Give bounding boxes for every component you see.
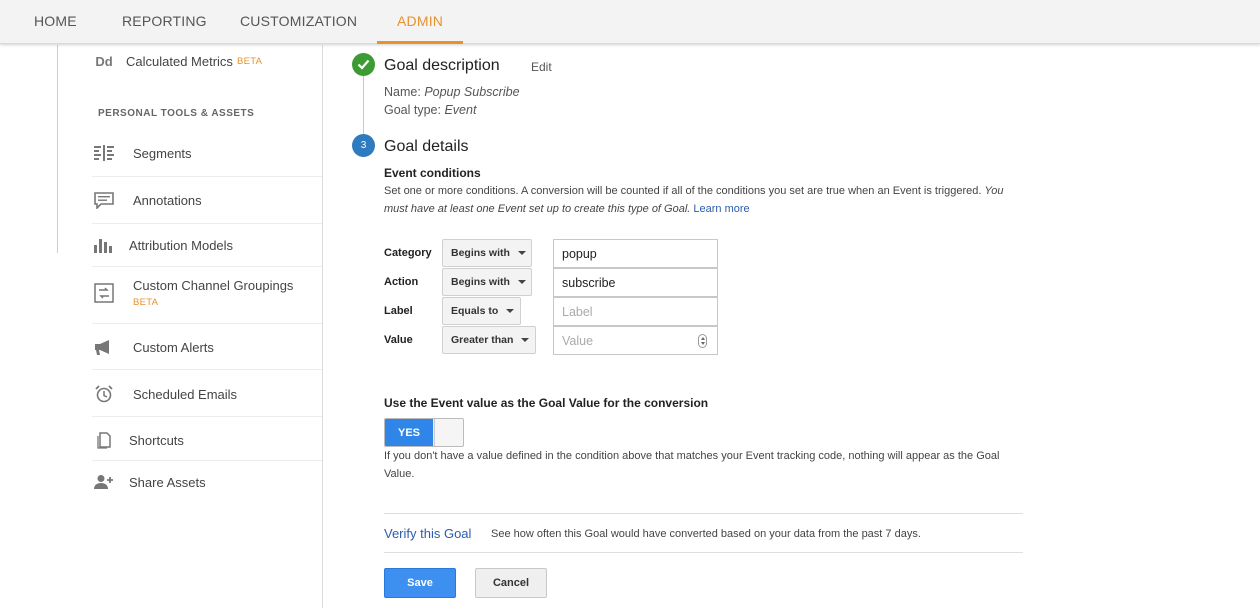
save-button[interactable]: Save	[384, 568, 456, 598]
beta-badge: BETA	[133, 297, 159, 308]
goal-name-line: Name: Popup Subscribe	[384, 85, 520, 99]
label-operator-dropdown[interactable]: Equals to	[442, 297, 521, 325]
condition-label-value: Value	[384, 334, 413, 346]
tab-home[interactable]: HOME	[34, 0, 77, 44]
category-value-input[interactable]: popup	[553, 239, 718, 268]
dropdown-value: Greater than	[451, 334, 514, 346]
sidebar-item-label: Segments	[133, 145, 192, 161]
divider	[92, 416, 322, 417]
goal-details-title: Goal details	[384, 138, 469, 155]
goal-name-prefix: Name:	[384, 85, 421, 99]
divider	[92, 223, 322, 224]
use-event-value-toggle[interactable]: YES	[384, 418, 464, 447]
event-conditions-description: Set one or more conditions. A conversion…	[384, 182, 1024, 218]
divider	[92, 323, 322, 324]
step-complete-check-icon	[352, 53, 375, 76]
cancel-button[interactable]: Cancel	[475, 568, 547, 598]
dropdown-value: Equals to	[451, 305, 499, 317]
chevron-down-icon	[517, 280, 526, 284]
sidebar-item-label: Attribution Models	[129, 237, 234, 253]
goal-description-title: Goal description	[384, 57, 500, 74]
sidebar-item-label: Custom Alerts	[133, 339, 214, 355]
channel-groupings-icon	[92, 283, 116, 303]
event-conditions-heading: Event conditions	[384, 166, 481, 180]
segments-icon	[92, 143, 116, 163]
sidebar-item-attribution-models[interactable]: Attribution Models	[92, 235, 322, 255]
learn-more-link[interactable]: Learn more	[693, 203, 749, 215]
value-operator-dropdown[interactable]: Greater than	[442, 326, 536, 354]
sidebar-tree-line	[57, 45, 58, 253]
bar-chart-icon	[92, 235, 116, 255]
sidebar-item-label: Custom Channel Groupings	[133, 278, 294, 293]
toggle-knob	[434, 419, 463, 446]
tab-reporting[interactable]: REPORTING	[122, 0, 207, 44]
sidebar-item-annotations[interactable]: Annotations	[92, 190, 322, 210]
divider	[384, 513, 1023, 514]
goal-type-value: Event	[444, 103, 477, 117]
divider	[92, 266, 322, 267]
sidebar-item-label: Scheduled Emails	[133, 386, 238, 402]
condition-label-label: Label	[384, 305, 413, 317]
sidebar-item-calculated-metrics[interactable]: Dd Calculated Metrics BETA	[92, 51, 322, 71]
alarm-clock-icon	[92, 384, 116, 404]
sidebar-item-label: Share Assets	[129, 474, 206, 490]
sidebar-item-shortcuts[interactable]: Shortcuts	[92, 430, 322, 450]
divider	[92, 176, 322, 177]
sidebar: Dd Calculated Metrics BETA PERSONAL TOOL…	[0, 45, 323, 608]
section-heading-personal-tools: PERSONAL TOOLS & ASSETS	[98, 108, 255, 119]
description-italic-text: You	[984, 185, 1004, 197]
sidebar-item-custom-alerts[interactable]: Custom Alerts	[92, 337, 322, 357]
verify-goal-description: See how often this Goal would have conve…	[491, 528, 921, 540]
note-line: Value.	[384, 468, 415, 480]
chevron-down-icon	[506, 309, 515, 313]
sidebar-item-label: Shortcuts	[129, 432, 184, 448]
toggle-on-label: YES	[385, 419, 433, 446]
value-number-input[interactable]: Value	[553, 326, 718, 355]
tab-admin[interactable]: ADMIN	[376, 0, 464, 44]
dropdown-value: Begins with	[451, 276, 510, 288]
calculated-metrics-icon: Dd	[95, 53, 113, 69]
tab-customization[interactable]: CUSTOMIZATION	[240, 0, 357, 44]
number-spinner-icon[interactable]	[698, 334, 707, 348]
goal-type-prefix: Goal type:	[384, 103, 441, 117]
note-line: If you don't have a value defined in the…	[384, 450, 1000, 462]
goal-setup-panel: Goal description Edit Name: Popup Subscr…	[324, 45, 1260, 608]
edit-goal-description-link[interactable]: Edit	[531, 60, 552, 74]
goal-name-value: Popup Subscribe	[424, 85, 520, 99]
use-event-value-heading: Use the Event value as the Goal Value fo…	[384, 396, 709, 410]
chevron-down-icon	[521, 338, 530, 342]
action-value-input[interactable]: subscribe	[553, 268, 718, 297]
step-connector-line	[363, 75, 364, 135]
dropdown-value: Begins with	[451, 247, 510, 259]
megaphone-icon	[92, 337, 116, 357]
add-user-icon	[92, 472, 116, 492]
description-italic-text: must have at least one Event set up to c…	[384, 203, 691, 215]
verify-goal-link[interactable]: Verify this Goal	[384, 526, 471, 541]
sidebar-item-label: Annotations	[133, 192, 202, 208]
divider	[92, 460, 322, 461]
sidebar-item-custom-channel-groupings[interactable]: Custom Channel Groupings BETA	[92, 278, 322, 308]
document-icon	[92, 430, 116, 450]
sidebar-item-text: Custom Channel Groupings BETA	[133, 278, 293, 308]
input-placeholder: Value	[562, 333, 594, 348]
action-operator-dropdown[interactable]: Begins with	[442, 268, 532, 296]
sidebar-item-segments[interactable]: Segments	[92, 143, 322, 163]
step-number-badge: 3	[352, 134, 375, 157]
category-operator-dropdown[interactable]: Begins with	[442, 239, 532, 267]
goal-type-line: Goal type: Event	[384, 103, 476, 117]
chevron-down-icon	[517, 251, 526, 255]
sidebar-item-scheduled-emails[interactable]: Scheduled Emails	[92, 384, 322, 404]
divider	[92, 369, 322, 370]
condition-label-action: Action	[384, 276, 419, 288]
sidebar-item-share-assets[interactable]: Share Assets	[92, 472, 322, 492]
sidebar-item-label: Calculated Metrics	[126, 53, 233, 69]
label-value-input[interactable]: Label	[553, 297, 718, 326]
comment-icon	[92, 190, 116, 210]
top-navigation: HOME REPORTING CUSTOMIZATION ADMIN	[0, 0, 1260, 44]
condition-label-category: Category	[384, 247, 432, 259]
use-event-value-note: If you don't have a value defined in the…	[384, 447, 1024, 483]
description-text: Set one or more conditions. A conversion…	[384, 185, 982, 197]
beta-badge: BETA	[236, 55, 263, 67]
divider	[384, 552, 1023, 553]
